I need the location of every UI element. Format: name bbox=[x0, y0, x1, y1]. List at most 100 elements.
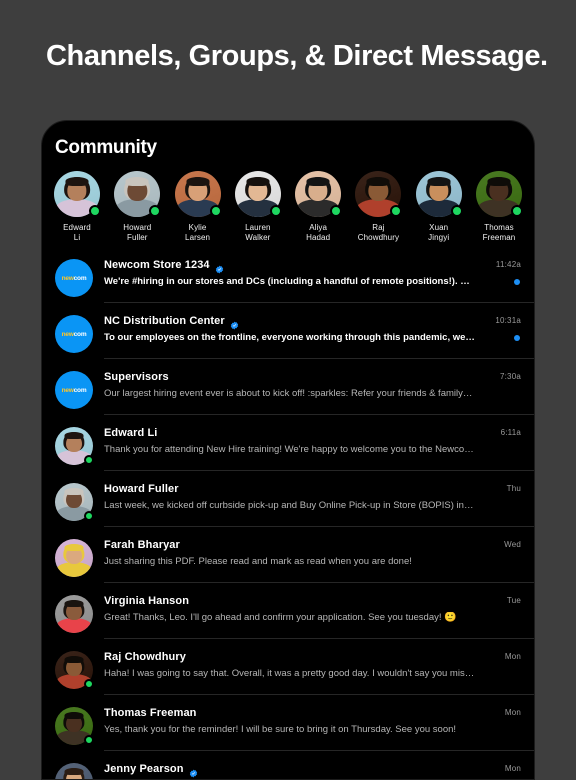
conversation-name: Jenny Pearson bbox=[104, 763, 184, 775]
verified-badge-icon bbox=[215, 261, 224, 273]
conversation-preview-text: Yes, thank you for the reminder! I will … bbox=[104, 724, 457, 735]
logo-text-secondary: com bbox=[73, 274, 87, 282]
conversation-row[interactable]: Raj Chowdhury Haha! I was going to say t… bbox=[42, 639, 534, 695]
conversation-row[interactable]: newcom NC Distribution Center To our emp… bbox=[42, 303, 534, 359]
conversation-row[interactable]: Howard Fuller Last week, we kicked off c… bbox=[42, 471, 534, 527]
online-status-dot bbox=[450, 205, 463, 217]
people-strip-item[interactable]: Howard Fuller bbox=[108, 171, 166, 243]
conversation-timestamp: 6:11a bbox=[500, 428, 521, 437]
people-strip-item-label: Howard bbox=[123, 223, 152, 232]
avatar-fringe bbox=[246, 177, 270, 186]
avatar[interactable] bbox=[55, 595, 93, 633]
avatar-fringe bbox=[64, 712, 84, 720]
conversation-meta: Mon bbox=[475, 651, 521, 689]
avatar[interactable]: newcom bbox=[55, 371, 93, 409]
conversation-row[interactable]: Thomas Freeman Yes, thank you for the re… bbox=[42, 695, 534, 751]
conversation-row[interactable]: Farah Bharyar Just sharing this PDF. Ple… bbox=[42, 527, 534, 583]
conversation-body: Supervisors Our largest hiring event eve… bbox=[93, 371, 475, 400]
avatar[interactable] bbox=[174, 171, 222, 217]
page-headline: Channels, Groups, & Direct Message. bbox=[46, 40, 548, 72]
avatar[interactable] bbox=[55, 651, 94, 689]
conversation-preview-text: Last week, we kicked off curbside pick-u… bbox=[104, 500, 475, 511]
avatar[interactable] bbox=[415, 171, 463, 217]
logo-text-secondary: com bbox=[73, 330, 87, 338]
conversation-name: NC Distribution Center bbox=[104, 315, 225, 327]
conversation-body: Virginia Hanson Great! Thanks, Leo. I'll… bbox=[93, 595, 475, 624]
conversation-timestamp: Wed bbox=[504, 540, 521, 549]
conversation-timestamp: Tue bbox=[506, 596, 521, 605]
conversation-header: Raj Chowdhury bbox=[104, 651, 475, 663]
conversation-preview-text: Our largest hiring event ever is about t… bbox=[104, 388, 475, 399]
avatar[interactable]: newcom bbox=[55, 315, 93, 353]
people-strip-item[interactable]: Edward Li bbox=[48, 171, 106, 243]
avatar[interactable] bbox=[55, 763, 93, 779]
avatar[interactable] bbox=[114, 171, 162, 217]
people-strip-item-label-last: Li bbox=[73, 233, 81, 242]
people-strip-item-label: Xuan bbox=[429, 223, 449, 232]
verified-badge-icon bbox=[230, 317, 239, 329]
conversation-timestamp: Mon bbox=[504, 708, 521, 717]
conversation-meta: 10:31a bbox=[475, 315, 521, 353]
people-strip-item[interactable]: Aliya Hadad bbox=[289, 171, 347, 243]
conversation-timestamp: Mon bbox=[504, 652, 521, 661]
conversation-header: Virginia Hanson bbox=[104, 595, 475, 607]
conversation-row[interactable]: Jenny Pearson Mon bbox=[42, 751, 534, 779]
people-strip-item[interactable]: Lauren Walker bbox=[229, 171, 287, 243]
avatar[interactable] bbox=[295, 171, 343, 217]
people-strip-item[interactable]: Raj Chowdhury bbox=[349, 171, 407, 243]
conversation-meta: Mon bbox=[475, 707, 521, 745]
conversation-header: Edward Li bbox=[104, 427, 475, 439]
avatar[interactable] bbox=[54, 171, 101, 217]
avatar-fringe bbox=[427, 177, 451, 186]
avatar-fringe bbox=[64, 432, 84, 440]
avatar[interactable] bbox=[55, 427, 94, 465]
avatar[interactable] bbox=[355, 171, 403, 217]
conversation-preview-text: Great! Thanks, Leo. I'll go ahead and co… bbox=[104, 612, 445, 623]
people-strip-item-label-last: Jingyi bbox=[428, 233, 450, 242]
people-strip-item[interactable]: Thomas Freeman bbox=[470, 171, 528, 243]
conversation-preview: Last week, we kicked off curbside pick-u… bbox=[104, 500, 475, 512]
avatar[interactable] bbox=[475, 171, 523, 217]
avatar-image bbox=[55, 539, 93, 577]
unread-indicator-dot bbox=[514, 335, 520, 341]
avatar[interactable] bbox=[55, 483, 94, 521]
phone-mockup-frame: Community Edward Li Howard Fuller Kylie … bbox=[41, 120, 535, 780]
avatar-fringe bbox=[64, 544, 84, 552]
conversation-preview: Thank you for attending New Hire trainin… bbox=[104, 444, 475, 456]
conversation-header: Jenny Pearson bbox=[104, 763, 475, 777]
conversation-timestamp: 10:31a bbox=[495, 316, 521, 325]
avatar[interactable] bbox=[55, 539, 93, 577]
people-strip-item-label-last: Larsen bbox=[185, 233, 211, 242]
conversation-row[interactable]: newcom Supervisors Our largest hiring ev… bbox=[42, 359, 534, 415]
avatar[interactable] bbox=[55, 707, 94, 745]
people-strip: Edward Li Howard Fuller Kylie Larsen Lau… bbox=[42, 171, 534, 243]
conversation-row[interactable]: Edward Li Thank you for attending New Hi… bbox=[42, 415, 534, 471]
page-title: Community bbox=[55, 137, 157, 158]
conversation-meta: 11:42a bbox=[475, 259, 521, 297]
conversation-header: Thomas Freeman bbox=[104, 707, 475, 719]
avatar-fringe bbox=[64, 600, 84, 608]
online-status-dot bbox=[89, 205, 101, 217]
avatar-shoulders bbox=[56, 617, 92, 633]
conversation-body: Raj Chowdhury Haha! I was going to say t… bbox=[93, 651, 475, 680]
conversation-meta: Wed bbox=[475, 539, 521, 577]
avatar[interactable]: newcom bbox=[55, 259, 93, 297]
conversation-name: Thomas Freeman bbox=[104, 707, 197, 719]
conversation-name: Virginia Hanson bbox=[104, 595, 190, 607]
conversation-meta: 6:11a bbox=[475, 427, 521, 465]
people-strip-item-label: Edward bbox=[63, 223, 91, 232]
people-strip-item-label-last: Hadad bbox=[306, 233, 331, 242]
avatar-fringe bbox=[487, 177, 511, 186]
avatar[interactable] bbox=[234, 171, 282, 217]
conversation-name: Howard Fuller bbox=[104, 483, 179, 495]
conversation-header: Howard Fuller bbox=[104, 483, 475, 495]
conversation-row[interactable]: Virginia Hanson Great! Thanks, Leo. I'll… bbox=[42, 583, 534, 639]
conversation-timestamp: Mon bbox=[504, 764, 521, 773]
conversation-row[interactable]: newcom Newcom Store 1234 We're #hiring i… bbox=[42, 247, 534, 303]
people-strip-item[interactable]: Xuan Jingyi bbox=[410, 171, 468, 243]
people-strip-item[interactable]: Kylie Larsen bbox=[169, 171, 227, 243]
conversation-preview: Haha! I was going to say that. Overall, … bbox=[104, 668, 475, 680]
conversation-list: newcom Newcom Store 1234 We're #hiring i… bbox=[42, 247, 534, 779]
conversation-preview: We're #hiring in our stores and DCs (inc… bbox=[104, 276, 475, 288]
unread-indicator-dot bbox=[514, 279, 520, 285]
